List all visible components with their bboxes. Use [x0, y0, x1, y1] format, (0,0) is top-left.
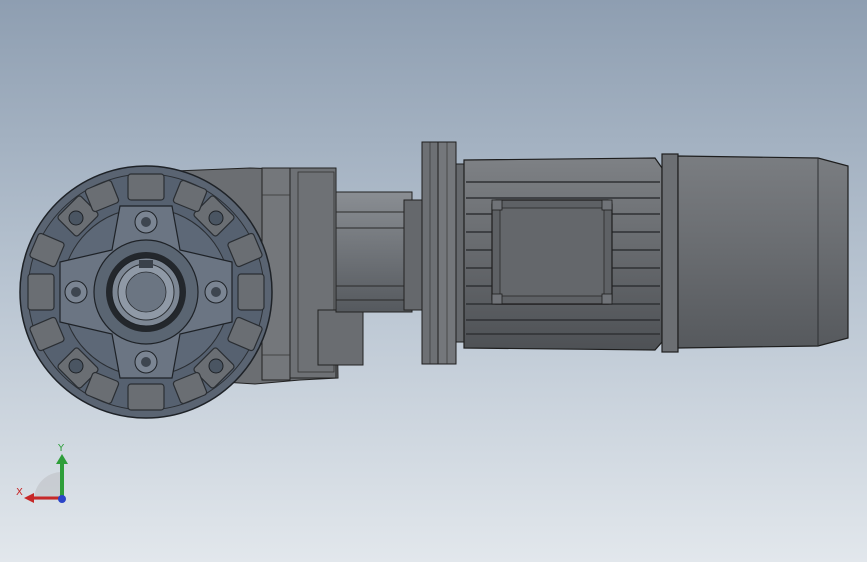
y-axis-label: Y: [58, 443, 65, 454]
motor-body[interactable]: [463, 157, 663, 351]
z-axis-dot: [58, 495, 66, 503]
x-axis-label: X: [16, 487, 23, 498]
coupling-adapter[interactable]: [335, 191, 425, 313]
fan-cover[interactable]: [661, 153, 849, 353]
output-flange[interactable]: [19, 165, 273, 419]
motor-flange[interactable]: [421, 141, 467, 365]
reference-triad: [24, 454, 68, 503]
graphics-viewport[interactable]: Y X: [0, 0, 867, 562]
gearmotor-model[interactable]: [0, 0, 867, 562]
